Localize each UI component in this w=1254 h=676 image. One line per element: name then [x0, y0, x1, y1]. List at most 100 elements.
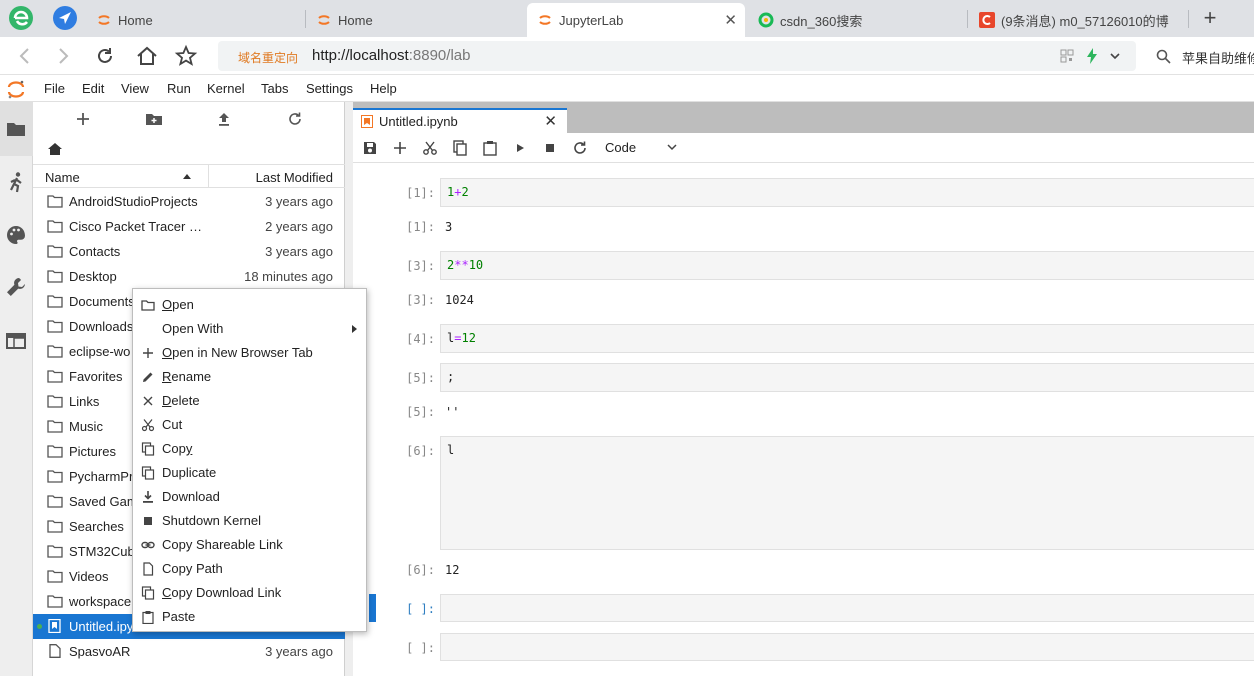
browser-tab-1[interactable]: Home: [86, 3, 304, 37]
context-menu-item-copy[interactable]: Copy: [133, 437, 366, 461]
copy-icon[interactable]: [452, 140, 468, 156]
running-icon[interactable]: [5, 171, 27, 193]
chevron-down-icon[interactable]: [1109, 50, 1121, 62]
file-row[interactable]: AndroidStudioProjects 3 years ago: [33, 189, 345, 214]
menu-tabs[interactable]: Tabs: [261, 81, 288, 96]
context-menu-label: Shutdown Kernel: [162, 513, 262, 528]
notebook-toolbar: Code: [353, 133, 1254, 163]
url-path: :8890/lab: [408, 47, 471, 64]
browser-tab-4[interactable]: csdn_360搜索: [748, 3, 966, 37]
context-menu-item-copy-shareable-link[interactable]: Copy Shareable Link: [133, 533, 366, 557]
file-row[interactable]: Desktop 18 minutes ago: [33, 264, 345, 289]
left-activity-bar: [0, 102, 33, 676]
notebook-area: Untitled.ipynb ✕ Code [1]: 1+2 [1]: 3 [3…: [353, 102, 1254, 676]
code-cell-input[interactable]: 1+2: [440, 178, 1254, 207]
cut-scissors-icon[interactable]: [422, 140, 438, 156]
new-tab-button[interactable]: +: [1196, 3, 1224, 33]
code-cell-input[interactable]: [440, 633, 1254, 661]
browser-tab-5[interactable]: (9条消息) m0_57126010的博: [969, 3, 1187, 37]
url-host: http://localhost: [312, 47, 409, 64]
context-menu-item-open-with[interactable]: Open With: [133, 317, 366, 341]
url-bar[interactable]: 域名重定向 http://localhost:8890/lab: [218, 41, 1136, 71]
new-folder-icon[interactable]: [144, 110, 164, 128]
sort-ascending-icon[interactable]: [183, 174, 191, 179]
context-menu-item-rename[interactable]: Rename: [133, 365, 366, 389]
menu-view[interactable]: View: [121, 81, 149, 96]
refresh-icon[interactable]: [285, 110, 305, 128]
file-name: Cisco Packet Tracer 6....: [69, 219, 209, 234]
file-row[interactable]: SpasvoAR 3 years ago: [33, 639, 345, 664]
context-menu-item-copy-download-link[interactable]: Copy Download Link: [133, 581, 366, 605]
restart-kernel-icon[interactable]: [572, 140, 588, 156]
column-header-last-modified[interactable]: Last Modified: [256, 170, 333, 185]
new-launcher-plus-icon[interactable]: [73, 110, 93, 128]
folder-icon: [47, 445, 63, 458]
wrench-icon[interactable]: [5, 276, 27, 298]
forward-arrow-icon[interactable]: [50, 43, 76, 69]
close-tab-icon[interactable]: ✕: [724, 11, 737, 29]
chevron-down-icon[interactable]: [666, 141, 678, 153]
tab-separator: [1188, 10, 1189, 28]
tabs-icon[interactable]: [5, 330, 27, 352]
notebook-tab[interactable]: Untitled.ipynb ✕: [353, 108, 567, 133]
context-menu-item-copy-path[interactable]: Copy Path: [133, 557, 366, 581]
code-text: l=12: [447, 331, 476, 345]
context-menu-item-shutdown-kernel[interactable]: Shutdown Kernel: [133, 509, 366, 533]
column-header-name[interactable]: Name: [45, 170, 80, 185]
lightning-icon[interactable]: [1085, 48, 1099, 64]
palette-icon[interactable]: [5, 224, 27, 246]
file-row[interactable]: Contacts 3 years ago: [33, 239, 345, 264]
folder-icon: [47, 220, 63, 233]
menu-run[interactable]: Run: [167, 81, 191, 96]
code-cell-input[interactable]: 2**10: [440, 251, 1254, 280]
back-arrow-icon[interactable]: [12, 43, 38, 69]
close-icon: [143, 396, 153, 406]
code-cell-input[interactable]: l=12: [440, 324, 1254, 353]
menu-kernel[interactable]: Kernel: [207, 81, 245, 96]
file-row[interactable]: Cisco Packet Tracer 6.... 2 years ago: [33, 214, 345, 239]
star-bookmark-icon[interactable]: [173, 43, 199, 69]
cell-type-select[interactable]: Code: [605, 140, 636, 155]
close-icon[interactable]: ✕: [544, 112, 557, 130]
menu-file[interactable]: File: [44, 81, 65, 96]
context-menu-item-open-in-new-browser-tab[interactable]: Open in New Browser Tab: [133, 341, 366, 365]
file-name: AndroidStudioProjects: [69, 194, 198, 209]
context-menu-item-download[interactable]: Download: [133, 485, 366, 509]
domain-redirect-label[interactable]: 域名重定向: [238, 49, 298, 66]
home-icon[interactable]: [134, 43, 160, 69]
menu-settings[interactable]: Settings: [306, 81, 353, 96]
upload-icon[interactable]: [214, 110, 234, 128]
code-cell-input[interactable]: l: [440, 436, 1254, 550]
url-text[interactable]: http://localhost:8890/lab: [312, 47, 470, 64]
file-modified: 3 years ago: [265, 644, 333, 659]
qr-code-icon[interactable]: [1060, 49, 1074, 63]
notebook-icon: [361, 115, 373, 128]
context-menu-item-delete[interactable]: Delete: [133, 389, 366, 413]
context-menu-item-paste[interactable]: Paste: [133, 605, 366, 629]
browser-tab-strip: Home Home JupyterLab ✕ csdn_360搜索 (9条消息)…: [0, 0, 1254, 37]
search-box[interactable]: 苹果自助维修: [1150, 41, 1254, 71]
code-cell-input[interactable]: ;: [440, 363, 1254, 392]
browser-tab-2[interactable]: Home: [306, 3, 524, 37]
paste-icon[interactable]: [482, 140, 498, 156]
browser-tab-active[interactable]: JupyterLab ✕: [527, 3, 745, 37]
code-text: ;: [447, 370, 455, 384]
save-icon[interactable]: [362, 140, 378, 156]
context-menu-item-open[interactable]: Open: [133, 293, 366, 317]
folder-icon[interactable]: [5, 118, 27, 140]
browser-logo-icon[interactable]: [8, 5, 34, 31]
navigation-compass-icon[interactable]: [52, 5, 78, 31]
menu-edit[interactable]: Edit: [82, 81, 104, 96]
column-divider[interactable]: [208, 165, 209, 187]
stop-icon[interactable]: [542, 140, 558, 156]
insert-cell-plus-icon[interactable]: [392, 140, 408, 156]
run-play-icon[interactable]: [512, 140, 528, 156]
search-icon: [1156, 49, 1171, 64]
menu-help[interactable]: Help: [370, 81, 397, 96]
home-breadcrumb-icon[interactable]: [47, 142, 63, 156]
code-cell-input[interactable]: [440, 594, 1254, 622]
context-menu-item-duplicate[interactable]: Duplicate: [133, 461, 366, 485]
360-search-favicon-icon: [758, 12, 774, 28]
context-menu-item-cut[interactable]: Cut: [133, 413, 366, 437]
reload-icon[interactable]: [92, 43, 118, 69]
